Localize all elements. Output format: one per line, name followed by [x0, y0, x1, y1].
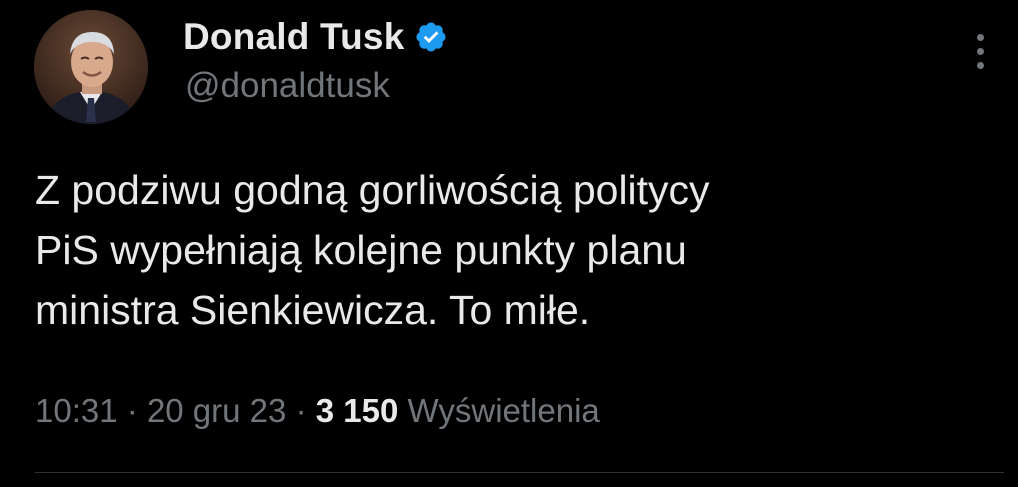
- verified-badge-icon[interactable]: [414, 20, 448, 54]
- meta-separator: ·: [295, 392, 307, 429]
- tweet-card: Donald Tusk @donaldtusk Z podziwu godną …: [0, 0, 1018, 487]
- tweet-meta: 10:31 · 20 gru 23 · 3 150 Wyświetlenia: [35, 392, 600, 430]
- author-name-row[interactable]: Donald Tusk: [183, 14, 448, 60]
- views-count: 3 150: [315, 392, 399, 429]
- views-label: Wyświetlenia: [407, 392, 600, 429]
- author-handle[interactable]: @donaldtusk: [185, 66, 390, 106]
- author-display-name[interactable]: Donald Tusk: [183, 16, 404, 58]
- tweet-text: Z podziwu godną gorliwością politycy PiS…: [35, 160, 975, 340]
- meta-separator: ·: [126, 392, 138, 429]
- tweet-text-line: Z podziwu godną gorliwością politycy: [35, 167, 710, 213]
- divider: [35, 472, 1004, 473]
- avatar-photo: [34, 10, 148, 124]
- more-options-icon[interactable]: [970, 34, 990, 78]
- tweet-date[interactable]: 20 gru 23: [147, 392, 286, 429]
- tweet-time[interactable]: 10:31: [35, 392, 118, 429]
- tweet-text-line: PiS wypełniają kolejne punkty planu: [35, 227, 687, 273]
- avatar[interactable]: [34, 10, 148, 124]
- tweet-text-line: ministra Sienkiewicza. To miłe.: [35, 287, 591, 333]
